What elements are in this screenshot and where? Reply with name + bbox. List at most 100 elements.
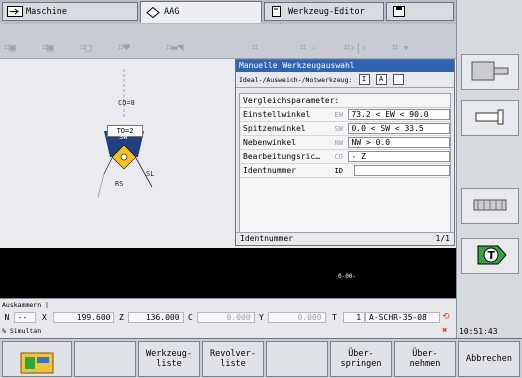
axis-name: C	[188, 312, 193, 322]
svg-text:T: T	[488, 249, 496, 262]
grid-arrows-icon[interactable]: ⌗›|‹	[344, 42, 367, 54]
grid-icon[interactable]: ⌗▢	[80, 42, 92, 54]
save-icon	[391, 6, 407, 17]
grid-icon[interactable]: ⌗▣	[4, 42, 16, 54]
tool-selection-dialog: Manuelle Werkzeugauswahl Ideal-/Ausweich…	[235, 59, 455, 246]
axis-name: T	[332, 312, 337, 322]
param-code: NW	[334, 138, 343, 147]
axis-value: 199.600	[53, 311, 115, 323]
axis-name: X	[42, 312, 47, 322]
axis-name: N	[4, 312, 10, 322]
sw-label: SW	[119, 133, 128, 141]
status-area: Auskammern | N -- X 199.600 Z 136.000 C …	[0, 298, 456, 338]
softkey-empty[interactable]	[74, 341, 136, 377]
param-value-field[interactable]: 0.0 < SW < 33.5	[348, 123, 450, 134]
param-code: CO	[334, 152, 343, 161]
axis-value: 1	[343, 311, 366, 323]
tool-holder-icon	[470, 58, 510, 87]
param-row: Nebenwinkel NW NW > 0.0	[240, 136, 450, 150]
dialog-title: Manuelle Werkzeugauswahl	[236, 60, 454, 72]
rs-label: RS	[115, 180, 124, 188]
axis-value: --	[13, 311, 36, 323]
compare-params: Vergleichsparameter: Einstellwinkel EW 7…	[239, 93, 451, 233]
arrow-right-icon	[7, 6, 23, 17]
softkey-empty[interactable]	[266, 341, 328, 377]
axis-name: Z	[118, 312, 124, 322]
param-row: Identnummer ID	[240, 164, 450, 178]
page-indicator: 1/1	[435, 234, 450, 243]
turret-list-softkey[interactable]: Revolver- liste	[202, 341, 264, 377]
identnummer-field[interactable]	[354, 165, 450, 176]
grid-heart-icon[interactable]: ⌗♥	[118, 42, 130, 54]
tool-button[interactable]	[461, 100, 519, 136]
param-code: ID	[334, 166, 343, 175]
warning-icon: ⟲	[442, 312, 450, 322]
insert-drawing	[97, 69, 153, 198]
param-name: Spitzenwinkel	[243, 124, 306, 133]
tool-file-icon	[269, 6, 285, 17]
machine-softkey[interactable]	[2, 341, 72, 377]
ideal-checkbox[interactable]: I	[358, 74, 370, 85]
cancel-softkey[interactable]: Abbrechen	[458, 341, 520, 377]
dialog-footer: Identnummer 1/1	[236, 232, 454, 245]
tab-bar: Maschine AAG Werkzeug-Editor	[0, 0, 456, 24]
tab-werkzeug-editor[interactable]: Werkzeug-Editor	[264, 2, 384, 21]
param-code: EW	[334, 110, 343, 119]
param-code: SW	[334, 124, 343, 133]
param-name: Bearbeitungsric…	[243, 152, 321, 161]
program-text: 0-00-	[338, 273, 357, 280]
axis-value: 0.000	[268, 311, 326, 323]
sl-label: SL	[146, 170, 155, 178]
param-name: Nebenwinkel	[243, 138, 296, 147]
t-arrow-icon: T	[470, 244, 510, 269]
tab-label: Maschine	[26, 6, 67, 17]
grid-tool-icon[interactable]: ⌗▬◥	[166, 42, 183, 54]
tab-label: AAG	[164, 7, 180, 17]
axis-value: 0.000	[197, 311, 255, 323]
stop-icon: ✖	[442, 326, 448, 336]
axis-row: N -- X 199.600 Z 136.000 C 0.000 Y 0.000…	[0, 310, 441, 324]
not-checkbox[interactable]	[392, 74, 404, 85]
magazine-icon	[470, 195, 510, 218]
axis-value: 136.000	[128, 311, 184, 323]
vertical-softkeys: T 10:51:43	[456, 0, 522, 338]
param-value-field[interactable]: 73.2 < EW < 90.0	[348, 109, 450, 120]
t-select-button[interactable]: T	[461, 238, 519, 274]
tab-save[interactable]	[386, 2, 454, 21]
grid-dropdown-icon[interactable]: ⌗ ▾	[392, 42, 409, 54]
param-name: Identnummer	[243, 166, 296, 175]
magazine-button[interactable]	[461, 188, 519, 224]
param-row: Einstellwinkel EW 73.2 < EW < 90.0	[240, 108, 450, 122]
accept-softkey[interactable]: Über- nehmen	[394, 341, 456, 377]
tool-view-button[interactable]	[461, 54, 519, 90]
tool-list-softkey[interactable]: Werkzeug- liste	[138, 341, 200, 377]
program-display: 0-00-	[0, 248, 456, 298]
grid-minus-icon[interactable]: ⌗ -	[300, 42, 317, 54]
param-value-field[interactable]: NW > 0.0	[348, 137, 450, 148]
section-title: Vergleichsparameter:	[240, 94, 450, 108]
dialog-subtitle-row: Ideal-/Ausweich-/Notwerkzeug: I A	[236, 72, 454, 88]
status-line: Auskammern |	[2, 301, 49, 309]
diamond-arrows-icon	[145, 6, 161, 18]
toolbar: ⌗▣ ⌗▣ ⌗▢ ⌗♥ ⌗▬◥ ⌗ ⌗ - ⌗›|‹ ⌗ ▾	[0, 42, 456, 56]
ausweich-checkbox[interactable]: A	[375, 74, 387, 85]
param-row: Spitzenwinkel SW 0.0 < SW < 33.5	[240, 122, 450, 136]
co-label: CO=8	[118, 99, 135, 107]
axis-name: Y	[259, 312, 264, 322]
tool-name: A-SCHR-35-08	[365, 311, 441, 323]
tab-maschine[interactable]: Maschine	[2, 2, 138, 21]
footer-label: Identnummer	[240, 234, 293, 243]
machine-icon	[19, 341, 55, 378]
dialog-subtitle: Ideal-/Ausweich-/Notwerkzeug:	[239, 75, 353, 84]
param-row: Bearbeitungsric… CO - Z	[240, 150, 450, 164]
softkey-bar: Werkzeug- liste Revolver- liste Über- sp…	[0, 338, 522, 378]
skip-softkey[interactable]: Über- springen	[330, 341, 392, 377]
clock: 10:51:43	[459, 327, 498, 336]
param-value-field[interactable]: - Z	[348, 151, 450, 162]
tab-label: Werkzeug-Editor	[288, 6, 365, 17]
grid-icon[interactable]: ⌗	[252, 42, 258, 54]
param-name: Einstellwinkel	[243, 110, 311, 119]
tab-aag[interactable]: AAG	[140, 1, 262, 23]
grid-icon[interactable]: ⌗▣	[42, 42, 54, 54]
status-line: % Simultan	[2, 327, 42, 335]
